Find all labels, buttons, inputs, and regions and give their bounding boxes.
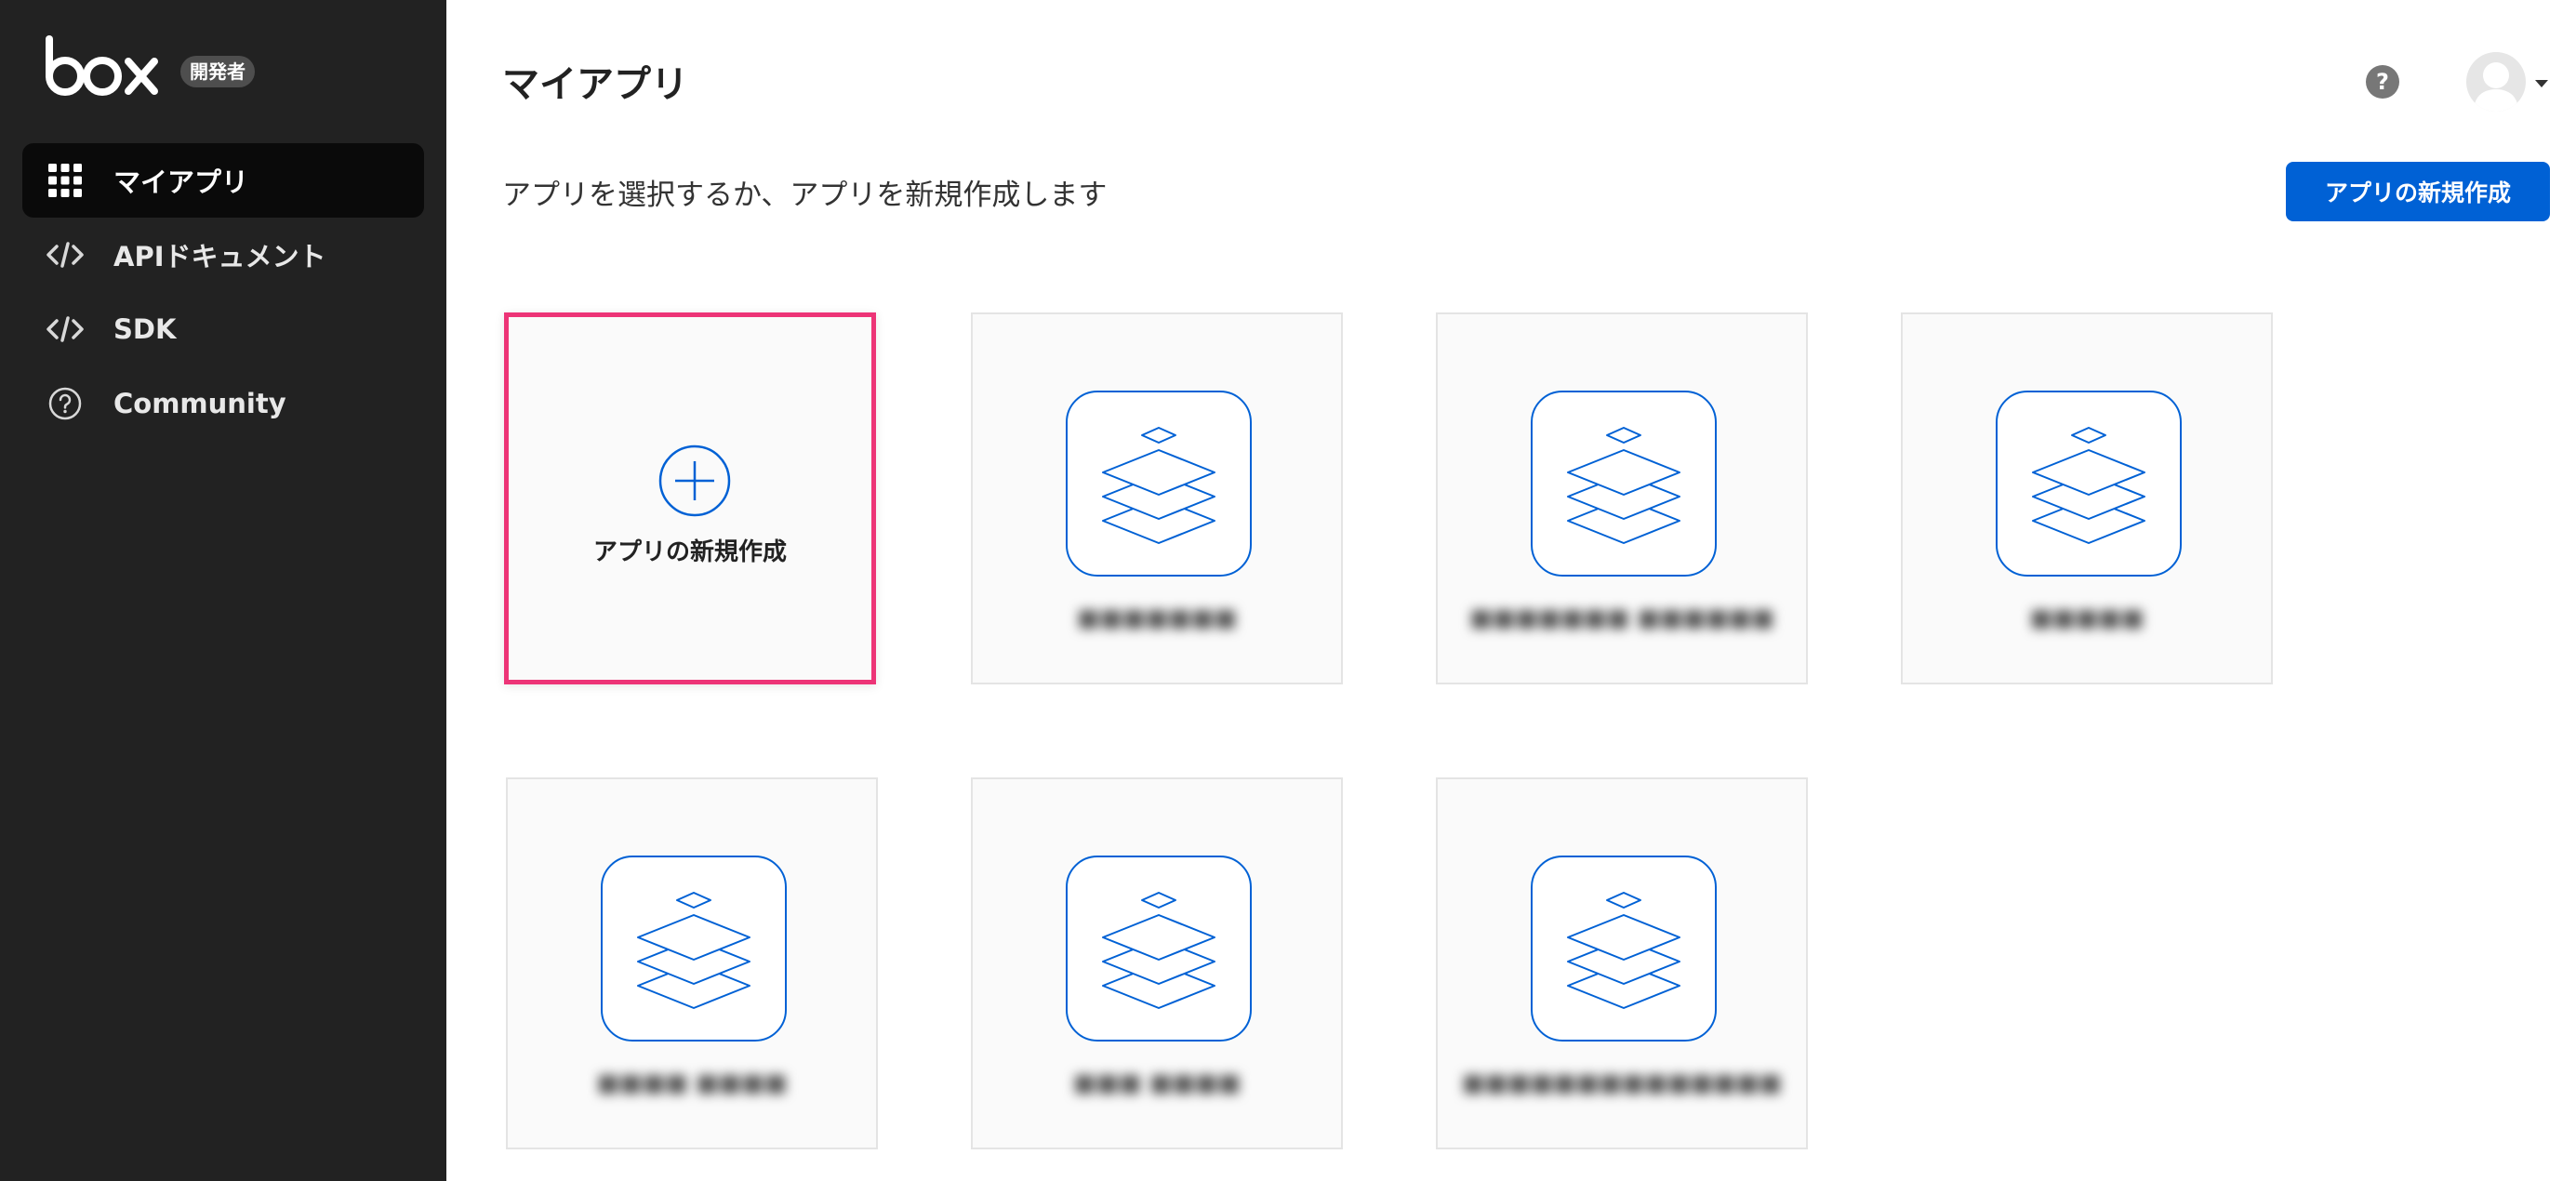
create-app-label: アプリの新規作成: [592, 538, 787, 566]
app-card[interactable]: ■■■■ ■■■■: [506, 777, 878, 1149]
brand[interactable]: 開発者: [45, 33, 255, 99]
stacked-layers-icon: [1066, 856, 1252, 1042]
app-name: ■■■■ ■■■■: [596, 1069, 788, 1097]
page-subtitle: アプリを選択するか、アプリを新規作成します: [502, 179, 1108, 212]
main-content: マイアプリ アプリを選択するか、アプリを新規作成します ? アプリの新規作成 ア…: [446, 0, 2576, 1181]
plus-circle-icon: [658, 445, 731, 517]
app-card[interactable]: ■■■■■■■ ■■■■■■: [1436, 312, 1808, 684]
developer-badge: 開発者: [180, 56, 255, 87]
grid-icon: [46, 162, 84, 199]
create-app-button[interactable]: アプリの新規作成: [2286, 162, 2550, 221]
chevron-down-icon[interactable]: [2535, 80, 2548, 87]
create-app-card[interactable]: アプリの新規作成: [504, 312, 876, 684]
sidebar-item-label: Community: [113, 388, 286, 419]
app-card[interactable]: ■■■ ■■■■: [971, 777, 1343, 1149]
sidebar-nav: マイアプリ APIドキュメント SDK Community: [22, 143, 424, 441]
stacked-layers-icon: [1996, 391, 2182, 577]
app-name: ■■■ ■■■■: [1072, 1069, 1242, 1097]
app-name: ■■■■■: [2029, 604, 2144, 632]
app-name: ■■■■■■■■■■■■■■: [1462, 1069, 1782, 1097]
code-icon: [46, 236, 84, 273]
app-name: ■■■■■■■ ■■■■■■: [1469, 604, 1774, 632]
app-card[interactable]: ■■■■■: [1901, 312, 2273, 684]
avatar[interactable]: [2466, 52, 2526, 112]
code-icon: [46, 311, 84, 348]
help-circle-icon: [46, 385, 84, 422]
page-title: マイアプリ: [502, 63, 688, 106]
sidebar-item-label: APIドキュメント: [113, 241, 326, 272]
box-logo[interactable]: [45, 35, 160, 97]
app-name: ■■■■■■■: [1077, 604, 1237, 632]
sidebar-item-label: SDK: [113, 313, 177, 345]
app-card[interactable]: ■■■■■■■■■■■■■■: [1436, 777, 1808, 1149]
sidebar-item-community[interactable]: Community: [22, 366, 424, 441]
sidebar-item-api-docs[interactable]: APIドキュメント: [22, 218, 424, 292]
sidebar-item-my-apps[interactable]: マイアプリ: [22, 143, 424, 218]
stacked-layers-icon: [601, 856, 787, 1042]
stacked-layers-icon: [1531, 391, 1717, 577]
user-icon: [2474, 62, 2518, 112]
app-card[interactable]: ■■■■■■■: [971, 312, 1343, 684]
help-button[interactable]: ?: [2366, 65, 2399, 99]
stacked-layers-icon: [1531, 856, 1717, 1042]
sidebar: 開発者 マイアプリ APIドキュメント SDK Community: [0, 0, 446, 1181]
stacked-layers-icon: [1066, 391, 1252, 577]
sidebar-item-label: マイアプリ: [113, 166, 249, 198]
sidebar-item-sdk[interactable]: SDK: [22, 292, 424, 366]
